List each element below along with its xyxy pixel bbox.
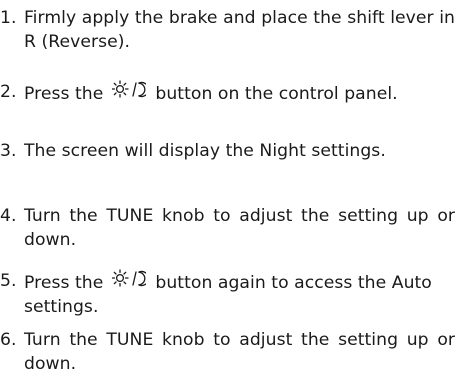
step-number: 1. [0, 8, 17, 28]
step-text-after: button on the control panel. [155, 84, 398, 104]
step-text: Turn the TUNE knob to adjust the setting… [24, 330, 455, 374]
step-1: 1. Firmly apply the brake and place the … [0, 6, 459, 54]
step-text: The screen will display the Night settin… [24, 141, 386, 161]
sun-moon-icon [111, 80, 146, 100]
step-text-before: Press the [24, 273, 104, 293]
step-number: 5. [0, 271, 17, 291]
step-number: 6. [0, 330, 17, 350]
step-number: 3. [0, 141, 17, 161]
step-text-before: Press the [24, 84, 104, 104]
step-text: Press the [24, 269, 455, 319]
step-text: Firmly apply the brake and place the shi… [24, 8, 455, 52]
step-number: 4. [0, 206, 17, 226]
step-2: 2. Press the button on the control panel… [0, 80, 459, 106]
step-5: 5. Press the button again to access the … [0, 269, 459, 319]
step-text: Press the [24, 80, 455, 106]
step-text: Turn the TUNE knob to adjust the setting… [24, 206, 455, 250]
step-6: 6. Turn the TUNE knob to adjust the sett… [0, 328, 459, 376]
sun-moon-icon [111, 269, 146, 289]
step-3: 3. The screen will display the Night set… [0, 139, 459, 163]
step-number: 2. [0, 82, 17, 102]
step-4: 4. Turn the TUNE knob to adjust the sett… [0, 204, 459, 252]
